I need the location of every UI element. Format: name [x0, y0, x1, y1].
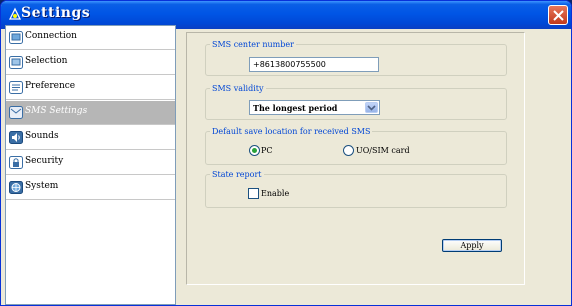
apply-button[interactable]: Apply	[442, 239, 502, 252]
uim-sim-radio[interactable]	[343, 145, 354, 156]
sidebar-item-sounds[interactable]: Sounds	[6, 126, 175, 150]
sidebar-item-system[interactable]: System	[6, 176, 175, 200]
save-location-legend: Default save location for received SMS	[212, 127, 371, 136]
chevron-down-icon[interactable]	[365, 102, 378, 113]
settings-window: Settings Connection Selection Preference	[0, 0, 572, 306]
connection-icon	[9, 31, 23, 44]
state-report-legend: State report	[212, 170, 262, 179]
sms-validity-value: The longest period	[253, 103, 338, 113]
sidebar-item-label: Preference	[25, 81, 76, 91]
sidebar-item-security[interactable]: Security	[6, 151, 175, 175]
sidebar-item-label: Sounds	[25, 131, 59, 141]
sms-validity-select[interactable]: The longest period	[249, 100, 380, 115]
lock-icon	[9, 156, 23, 169]
sms-center-input[interactable]: +8613800755500	[249, 57, 379, 72]
sms-icon	[9, 106, 23, 119]
radio-selected-dot	[252, 148, 257, 153]
preference-icon	[9, 81, 23, 94]
enable-checkbox-label: Enable	[261, 189, 290, 198]
sms-center-legend: SMS center number	[212, 40, 294, 49]
pc-radio[interactable]	[249, 145, 260, 156]
enable-checkbox[interactable]	[248, 188, 259, 199]
sidebar-item-selection[interactable]: Selection	[6, 51, 175, 75]
close-button[interactable]	[548, 5, 568, 25]
pc-radio-label: PC	[261, 146, 273, 155]
sidebar-item-connection[interactable]: Connection	[6, 26, 175, 50]
sidebar-item-label: System	[25, 181, 59, 191]
sms-validity-legend: SMS validity	[212, 84, 264, 93]
sidebar-item-label: SMS Settings	[25, 106, 88, 116]
sidebar-item-label: Connection	[25, 31, 77, 41]
window-title: Settings	[21, 5, 91, 21]
selection-icon	[9, 56, 23, 69]
sidebar-item-label: Security	[25, 156, 64, 166]
speaker-icon	[9, 131, 23, 144]
uim-sim-radio-label: UO/SIM card	[356, 146, 410, 155]
settings-sidebar: Connection Selection Preference SMS Sett…	[5, 25, 176, 305]
sidebar-item-label: Selection	[25, 56, 68, 66]
sidebar-item-sms-settings[interactable]: SMS Settings	[6, 101, 175, 125]
close-icon	[553, 10, 564, 21]
globe-icon	[9, 181, 23, 194]
sidebar-item-preference[interactable]: Preference	[6, 76, 175, 100]
